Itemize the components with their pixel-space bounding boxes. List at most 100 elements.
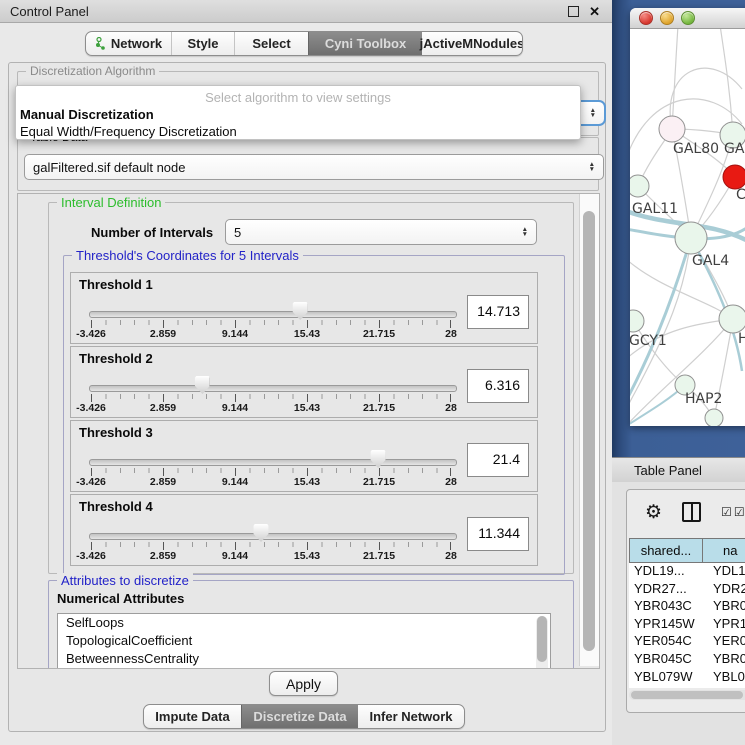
slider-ticks [91,468,451,476]
table-data-combobox[interactable]: galFiltered.sif default node ▲▼ [24,154,604,180]
table-row[interactable]: YPR145WYPR1 [629,616,745,634]
minimize-traffic-light-icon[interactable] [660,11,674,25]
tab-label: Select [252,36,290,51]
thresholds-section-title: Threshold's Coordinates for 5 Intervals [72,248,303,263]
tab-label: Infer Network [369,709,452,724]
network-node-label: HAP2 [685,391,722,407]
interval-definition-title: Interval Definition [57,195,165,210]
table-data-value: galFiltered.sif default node [33,160,185,175]
bottom-tabstrip: Impute Data Discretize Data Infer Networ… [143,704,465,729]
table-row[interactable]: YBL079WYBL0 [629,669,745,687]
top-tabstrip: Network Style Select Cyni Toolbox jActiv… [85,31,523,56]
combo-arrows-icon: ▲▼ [589,162,595,172]
slider-ticks [91,542,451,550]
tab-impute-data[interactable]: Impute Data [144,705,241,728]
threshold-1-box: Threshold 1 -3.426 2.859 9.144 15.43 21.… [70,272,538,344]
list-item[interactable]: TopologicalCoefficient [58,632,550,650]
tab-infer-network[interactable]: Infer Network [358,705,464,728]
table-panel-inner: ⚙ ☑☑ shared... na YDL19...YDL1 YDR27...Y… [626,489,745,713]
threshold-4-box: Threshold 4 -3.426 2.859 9.144 15.43 21.… [70,494,538,566]
tab-style[interactable]: Style [171,32,234,55]
network-node[interactable] [659,116,685,142]
threshold-value-field[interactable]: 14.713 [467,295,529,329]
table-panel-title: Table Panel [612,463,702,478]
network-canvas[interactable]: GAL80GACGAL11GAL4GCY1HHAP2 [630,29,745,426]
zoom-traffic-light-icon[interactable] [681,11,695,25]
interval-definition-section: Interval Definition Number of Intervals … [48,202,574,574]
threshold-value-field[interactable]: 21.4 [467,443,529,477]
table-row[interactable]: YLR345WYLR3 [629,686,745,688]
attributes-section: Attributes to discretize Numerical Attri… [48,580,574,669]
threshold-slider-track[interactable] [89,385,457,392]
table-row[interactable]: YER054CYER0 [629,633,745,651]
algorithm-dropdown-popup: Select algorithm to view settings Manual… [15,85,581,140]
list-item[interactable]: BetweennessCentrality [58,650,550,668]
tab-network[interactable]: Network [86,32,171,55]
threshold-slider-track[interactable] [89,311,457,318]
threshold-label: Threshold 3 [79,425,153,440]
numerical-attributes-label: Numerical Attributes [57,591,184,606]
network-node-label: GAL11 [632,201,678,217]
close-traffic-light-icon[interactable] [639,11,653,25]
threshold-3-box: Threshold 3 -3.426 2.859 9.144 15.43 21.… [70,420,538,492]
panel-title: Control Panel [0,4,89,19]
tab-select[interactable]: Select [234,32,308,55]
network-node-label: GCY1 [630,333,667,349]
network-node[interactable] [675,222,707,254]
network-node-label: GA [724,141,745,157]
column-header-shared-name[interactable]: shared... [629,539,703,562]
settings-scroll-panel: Interval Definition Number of Intervals … [17,193,600,669]
slider-ticks [91,320,451,328]
tab-cyni-toolbox[interactable]: Cyni Toolbox [308,32,422,55]
network-node[interactable] [705,409,723,426]
network-node-label: GAL4 [692,253,729,269]
control-panel: Control Panel ✕ Network Style Se [0,0,612,745]
slider-scale-labels: -3.426 2.859 9.144 15.43 21.715 28 [91,550,451,562]
select-columns-icon[interactable]: ☑☑ [721,505,745,519]
number-of-intervals-label: Number of Intervals [91,225,213,240]
close-icon[interactable]: ✕ [589,5,600,18]
table-panel-titlebar: Table Panel [612,457,745,483]
tab-jactivemnodules[interactable]: jActiveMNodules [422,32,522,55]
tab-discretize-data[interactable]: Discretize Data [241,705,358,728]
algorithm-option-manual[interactable]: Manual Discretization [16,106,580,123]
network-window-titlebar[interactable] [630,8,745,29]
thresholds-section: Threshold's Coordinates for 5 Intervals … [63,255,565,575]
network-node[interactable] [630,175,649,197]
threshold-value-field[interactable]: 6.316 [467,369,529,403]
network-node-label: GAL80 [673,141,719,157]
threshold-label: Threshold 1 [79,277,153,292]
table-panel: ⚙ ☑☑ shared... na YDL19...YDL1 YDR27...Y… [612,482,745,745]
column-layout-icon[interactable] [682,502,701,522]
table-horizontal-scrollbar[interactable] [629,690,745,700]
list-item[interactable]: SelfLoops [58,614,550,632]
threshold-slider-track[interactable] [89,459,457,466]
table-row[interactable]: YBR043CYBR0 [629,598,745,616]
table-row[interactable]: YDR27...YDR2 [629,581,745,599]
tab-label: Style [187,36,218,51]
table-toolbar: ⚙ ☑☑ [627,490,745,534]
slider-ticks [91,394,451,402]
threshold-slider-track[interactable] [89,533,457,540]
right-pane: GAL80GACGAL11GAL4GCY1HHAP2 Table Panel ⚙… [612,0,745,745]
slider-scale-labels: -3.426 2.859 9.144 15.43 21.715 28 [91,402,451,414]
attributes-list-scrollbar[interactable] [536,616,548,669]
apply-button[interactable]: Apply [269,671,338,696]
tab-label: Network [111,36,162,51]
algorithm-option-equal-width[interactable]: Equal Width/Frequency Discretization [16,123,580,140]
gear-icon[interactable]: ⚙ [645,503,662,522]
column-header-name[interactable]: na [703,539,745,562]
network-node[interactable] [723,165,745,189]
combo-arrows-icon: ▲▼ [590,108,596,118]
slider-scale-labels: -3.426 2.859 9.144 15.43 21.715 28 [91,476,451,488]
network-node[interactable] [630,310,644,332]
threshold-value-field[interactable]: 11.344 [467,517,529,551]
table-row[interactable]: YBR045CYBR0 [629,651,745,669]
settings-panel-scrollbar[interactable] [579,194,599,666]
cyni-toolbox-panel: Discretization Algorithm ▲▼ Select algor… [8,62,606,732]
table-row[interactable]: YDL19...YDL1 [629,563,745,581]
number-of-intervals-combobox[interactable]: 5 ▲▼ [225,219,537,245]
tab-label: jActiveMNodules [420,36,523,51]
network-node[interactable] [719,305,745,333]
float-window-icon[interactable] [568,6,579,17]
